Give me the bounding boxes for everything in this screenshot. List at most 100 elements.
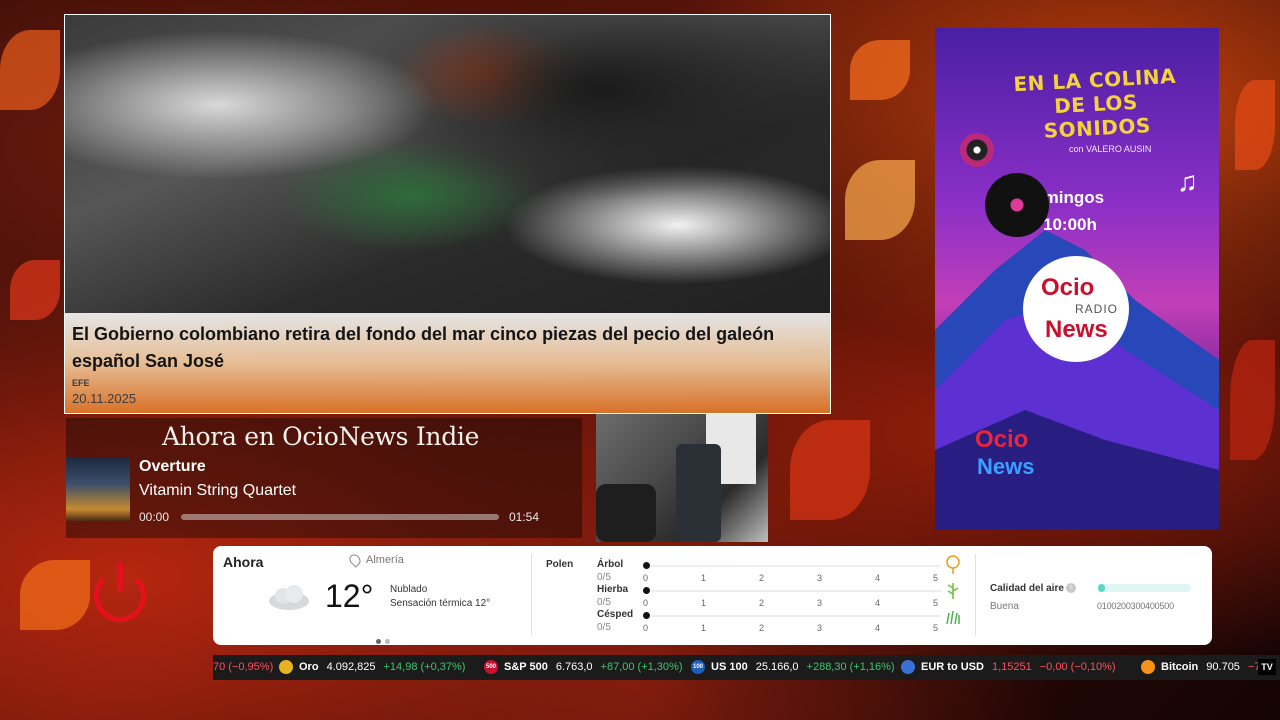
pollen-value: 0/5 [597, 572, 611, 583]
carousel-dot[interactable] [376, 639, 381, 644]
track-time-total: 01:54 [509, 510, 540, 524]
divider [531, 554, 532, 636]
air-quality-scale: 0100200300400500 [1097, 601, 1174, 611]
ticker-price: 25.166,0 [755, 661, 799, 673]
air-quality-label: Calidad del aire [990, 583, 1064, 594]
pollen-value: 0/5 [597, 597, 611, 608]
pollen-tick: 2 [759, 573, 765, 583]
ticker-item[interactable]: 100 US 100 25.166,0 +288,30 (+1,16%) [691, 655, 895, 680]
pollen-tick: 3 [817, 623, 823, 633]
grass-icon [945, 580, 961, 603]
news-photo [65, 15, 830, 315]
ticker-change: +288,30 (+1,16%) [806, 661, 895, 673]
news-source: EFE [72, 378, 90, 388]
sp500-icon: 500 [484, 660, 498, 675]
air-quality-fill [1098, 584, 1106, 592]
news-date: 20.11.2025 [72, 391, 137, 406]
music-note-icon: ♫ [1177, 166, 1198, 197]
ticker-price: 90.705 [1206, 661, 1240, 673]
pollen-tick: 5 [933, 573, 939, 583]
ticker-item[interactable]: 500 S&P 500 6.763,0 +87,00 (+1,30%) [484, 655, 682, 680]
market-ticker: 70 (−0,95%) Oro 4.092,825 +14,98 (+0,37%) … [213, 655, 1280, 680]
autumn-leaf-decoration [20, 560, 90, 630]
logo-radio-text: RADIO [1075, 302, 1119, 316]
ticker-change: +87,00 (+1,30%) [600, 661, 683, 673]
brand-logo-ocio: Ocio [975, 426, 1029, 453]
show-title: EN LA COLINA DE LOS SONIDOS [1009, 64, 1183, 145]
ticker-price: 4.092,825 [326, 661, 376, 673]
track-artist: Vitamin String Quartet [139, 482, 297, 499]
tradingview-logo[interactable]: TV [1258, 659, 1276, 675]
autumn-leaf-decoration [850, 40, 910, 100]
weather-condition: Nublado [390, 584, 428, 595]
ticker-name: Oro [299, 661, 319, 673]
pollen-tick: 4 [875, 598, 881, 608]
carousel-dots[interactable] [376, 631, 394, 649]
pollen-name: Árbol [597, 559, 624, 570]
autumn-leaf-decoration [1235, 80, 1275, 170]
pollen-tick: 3 [817, 573, 823, 583]
brand-logo-news: News [977, 454, 1035, 479]
weather-location[interactable]: Almería [366, 554, 404, 566]
power-button[interactable] [88, 558, 152, 628]
power-icon-line [117, 562, 123, 592]
pollen-track [651, 615, 941, 617]
ticker-change: 70 (−0,95%) [213, 661, 274, 673]
info-icon[interactable]: i [1066, 583, 1076, 593]
weather-widget: Ahora Almería 12° Nublado Sensación térm… [213, 546, 1212, 645]
now-playing-heading: Ahora en OcioNews Indie [162, 422, 480, 451]
radio-poster[interactable]: EN LA COLINA DE LOS SONIDOS con VALERO A… [935, 28, 1219, 530]
video-thumbnail[interactable] [596, 414, 768, 542]
ticker-item[interactable]: Oro 4.092,825 +14,98 (+0,37%) [279, 655, 465, 680]
pollen-row: Árbol 0/5 0 1 2 3 4 5 [597, 555, 960, 584]
ticker-item[interactable]: 70 (−0,95%) [213, 655, 273, 680]
ocio-radio-news-logo: Ocio RADIO News [1023, 256, 1129, 362]
pollen-tick: 3 [817, 598, 823, 608]
ticker-change: +14,98 (+0,37%) [383, 661, 466, 673]
autumn-leaf-decoration [10, 260, 60, 320]
chair-shape [596, 484, 656, 542]
pollen-tick: 4 [875, 623, 881, 633]
ticker-name: S&P 500 [504, 661, 548, 673]
pollen-tick: 1 [701, 598, 707, 608]
ticker-name: EUR to USD [921, 661, 984, 673]
tree-icon [945, 555, 961, 578]
show-title-line2: DE LOS SONIDOS [1043, 89, 1152, 143]
pollen-tick: 2 [759, 623, 765, 633]
news-caption: El Gobierno colombiano retira del fondo … [65, 313, 830, 413]
track-title: Overture [139, 458, 206, 475]
album-cover [66, 458, 130, 522]
pollen-tick: 0 [643, 623, 649, 633]
pollen-row: Hierba 0/5 0 1 2 3 4 5 [597, 583, 959, 609]
air-quality-status: Buena [990, 601, 1019, 612]
autumn-leaf-decoration [0, 30, 60, 110]
track-time-current: 00:00 [139, 510, 170, 524]
pollen-value: 0/5 [597, 622, 611, 633]
lawn-icon [945, 605, 961, 628]
autumn-leaf-decoration [790, 420, 870, 520]
pollen-tick: 0 [643, 598, 649, 608]
pollen-tick: 2 [759, 598, 765, 608]
pollen-name: Césped [597, 609, 634, 620]
air-quality-bar [1098, 584, 1191, 592]
bitcoin-icon [1141, 660, 1155, 675]
news-card[interactable]: El Gobierno colombiano retira del fondo … [64, 14, 831, 414]
us100-icon: 100 [691, 660, 705, 675]
track-progress-bar[interactable] [181, 514, 499, 520]
news-title[interactable]: El Gobierno colombiano retira del fondo … [72, 321, 823, 375]
logo-ocio-text: Ocio [1041, 274, 1095, 301]
divider [975, 554, 976, 636]
pollen-level-marker [643, 587, 650, 594]
cloud-icon [269, 585, 309, 610]
now-playing-panel: Ahora en OcioNews Indie Overture Vitamin… [66, 418, 582, 538]
ticker-item[interactable]: Bitcoin90.705−76 [1141, 655, 1267, 680]
pollen-level-marker [643, 612, 650, 619]
gold-icon [279, 660, 293, 675]
currency-flag-icon [901, 660, 915, 675]
carousel-dot[interactable] [385, 639, 390, 644]
pollen-level-marker [643, 562, 650, 569]
ticker-item[interactable]: EUR to USD 1,15251 −0,00 (−0,10%) [901, 655, 1116, 680]
pollen-tick: 4 [875, 573, 881, 583]
location-pin-icon [347, 552, 363, 568]
pollen-track [651, 590, 941, 592]
